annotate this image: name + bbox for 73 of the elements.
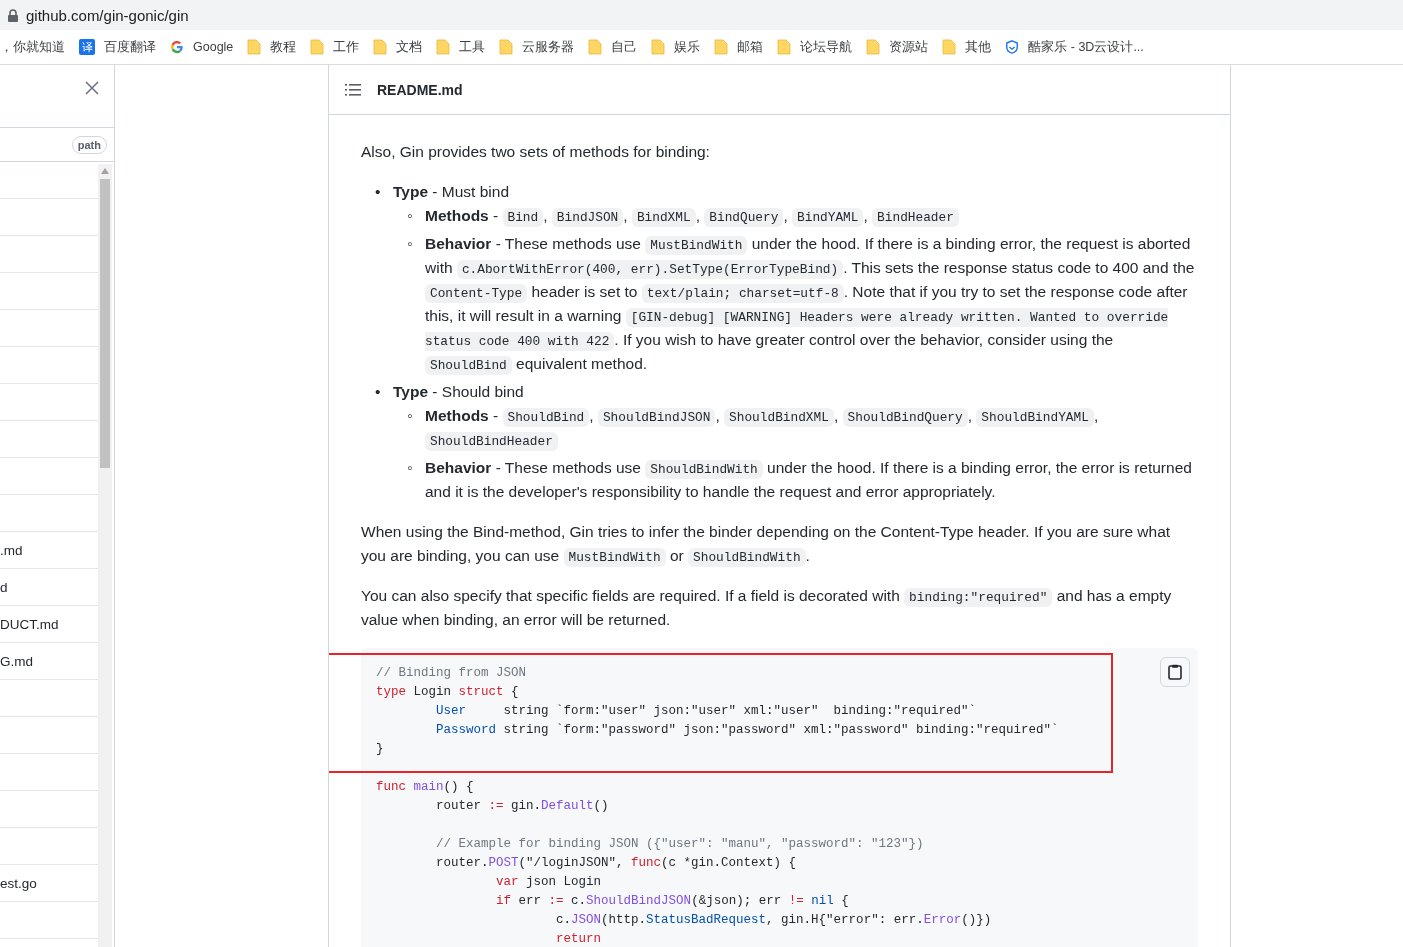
code-line: type Login struct {: [376, 684, 520, 701]
bullet: ◦: [407, 234, 414, 254]
bookmark-link[interactable]: 文档: [373, 38, 423, 56]
scroll-thumb[interactable]: [100, 179, 110, 468]
address-field[interactable]: github.com/gin-gonic/gin: [26, 6, 189, 24]
bullet: •: [375, 382, 382, 402]
paragraph: Also, Gin provides two sets of methods for binding:: [361, 142, 711, 162]
file-name[interactable]: .md: [0, 542, 23, 558]
code-line: // Binding from JSON: [376, 665, 528, 682]
bullet: ◦: [407, 406, 414, 426]
code-line: router := gin.Default(): [435, 798, 610, 815]
bookmark-link[interactable]: 论坛导航: [777, 38, 853, 56]
folder-icon: [866, 39, 881, 55]
paragraph: You can also specify that specific fields are required. If a field is decorated with binding:"required" and has a empty value when binding, an error will be returned.: [361, 586, 1173, 630]
list-item-text: Type - Must bind: [393, 182, 510, 202]
folder-icon: [373, 39, 388, 55]
path-button[interactable]: path: [71, 135, 107, 154]
folder-icon: [588, 39, 603, 55]
bookmark-link[interactable]: 工具: [436, 38, 486, 56]
list-item-text: Type - Should bind: [393, 382, 525, 402]
file-title: README.md: [377, 81, 463, 98]
google-icon: [170, 39, 184, 55]
app-badge: 译: [79, 39, 95, 55]
copy-button[interactable]: [1160, 657, 1190, 687]
folder-icon: [714, 39, 729, 55]
bullet: ◦: [407, 458, 414, 478]
lock-icon: [8, 8, 18, 22]
bullet: •: [375, 182, 382, 202]
bullet: ◦: [407, 206, 414, 226]
bookmark-link[interactable]: 邮箱: [714, 38, 764, 56]
file-name[interactable]: d: [0, 579, 8, 595]
code-line: var json Login: [495, 874, 603, 891]
bookmark-link[interactable]: 云服务器: [499, 38, 575, 56]
folder-icon: [777, 39, 792, 55]
code-line: return: [555, 931, 603, 947]
close-icon[interactable]: [85, 81, 99, 95]
list-item-text: Methods - Bind , BindJSON , BindXML , BindQuery , BindYAML , BindHeader: [425, 204, 1198, 228]
folder-icon: [436, 39, 451, 55]
bookmark-link[interactable]: 自己: [588, 38, 638, 56]
bookmark-link[interactable]: 其他: [942, 38, 992, 56]
paragraph: When using the Bind-method, Gin tries to infer the binder depending on the Content-Type header. If you are sure what you are binding, you can use MustBindWith or ShouldBindWith .: [361, 522, 1172, 568]
file-name[interactable]: DUCT.md: [0, 616, 59, 632]
code-line: Password string `form:"password" json:"password" xml:"password" binding:"required"`: [435, 722, 1060, 739]
code-line: func main() {: [376, 779, 475, 796]
code-line: User string `form:"user" json:"user" xml:"user" binding:"required"`: [435, 703, 978, 720]
clipboard-icon: [1168, 664, 1182, 680]
list-item-text: Behavior - These methods use MustBindWith under the hood. If there is a binding error, the request is aborted with c.AbortWithError(400, err).SetType(ErrorTypeBind) . This sets the response status code to 400 and the Content-Type header is set to text/plain; charset=utf-8 . Note that if you try to set the response code after this, it will result in a warning [GIN-debug] [WARNING] Headers were already written. Wanted to override status code 400 with 422 . If you wish to have greater control over the behavior, consider using the ShouldBind equivalent method.: [425, 234, 1196, 376]
bookmark-link[interactable]: 娱乐: [651, 38, 701, 56]
list-icon: [345, 81, 361, 98]
scrollbar[interactable]: [98, 164, 112, 947]
folder-icon: [310, 39, 325, 55]
shield-icon: [1005, 39, 1020, 55]
code-line: // Example for binding JSON ({"user": "manu", "password": "123"}): [435, 836, 925, 853]
list-item-text: Methods - ShouldBind , ShouldBindJSON , ShouldBindXML , ShouldBindQuery , ShouldBindYAML , ShouldBindHeader: [425, 406, 1100, 452]
folder-icon: [499, 39, 514, 55]
file-name[interactable]: G.md: [0, 653, 33, 669]
code-line: c.JSON(http.StatusBadRequest, gin.H{"error": err.Error()}): [555, 912, 993, 929]
code-line: router.POST("/loginJSON", func(c *gin.Context) {: [435, 855, 798, 872]
code-line: if err := c.ShouldBindJSON(&json); err != nil {: [495, 893, 850, 910]
bookmark-link[interactable]: 教程: [247, 38, 297, 56]
bookmark-link[interactable]: 资源站: [866, 38, 929, 56]
bookmark-link[interactable]: ，你就知道: [0, 38, 65, 56]
file-name[interactable]: est.go: [0, 875, 37, 891]
bookmark-link[interactable]: Google: [170, 39, 234, 55]
folder-icon: [942, 39, 957, 55]
folder-icon: [651, 39, 666, 55]
scroll-up-icon: [101, 168, 109, 174]
list-item-text: Behavior - These methods use ShouldBindWith under the hood. If there is a binding error, the error is returned and it is the developer's responsibility to handle the request and error appropriately.: [425, 458, 1193, 502]
folder-icon: [247, 39, 262, 55]
bookmark-link[interactable]: 酷家乐 - 3D云设计...: [1005, 38, 1144, 56]
bookmark-link[interactable]: 工作: [310, 38, 360, 56]
bookmark-link[interactable]: 译 百度翻译: [79, 38, 156, 56]
code-line: }: [376, 741, 385, 758]
